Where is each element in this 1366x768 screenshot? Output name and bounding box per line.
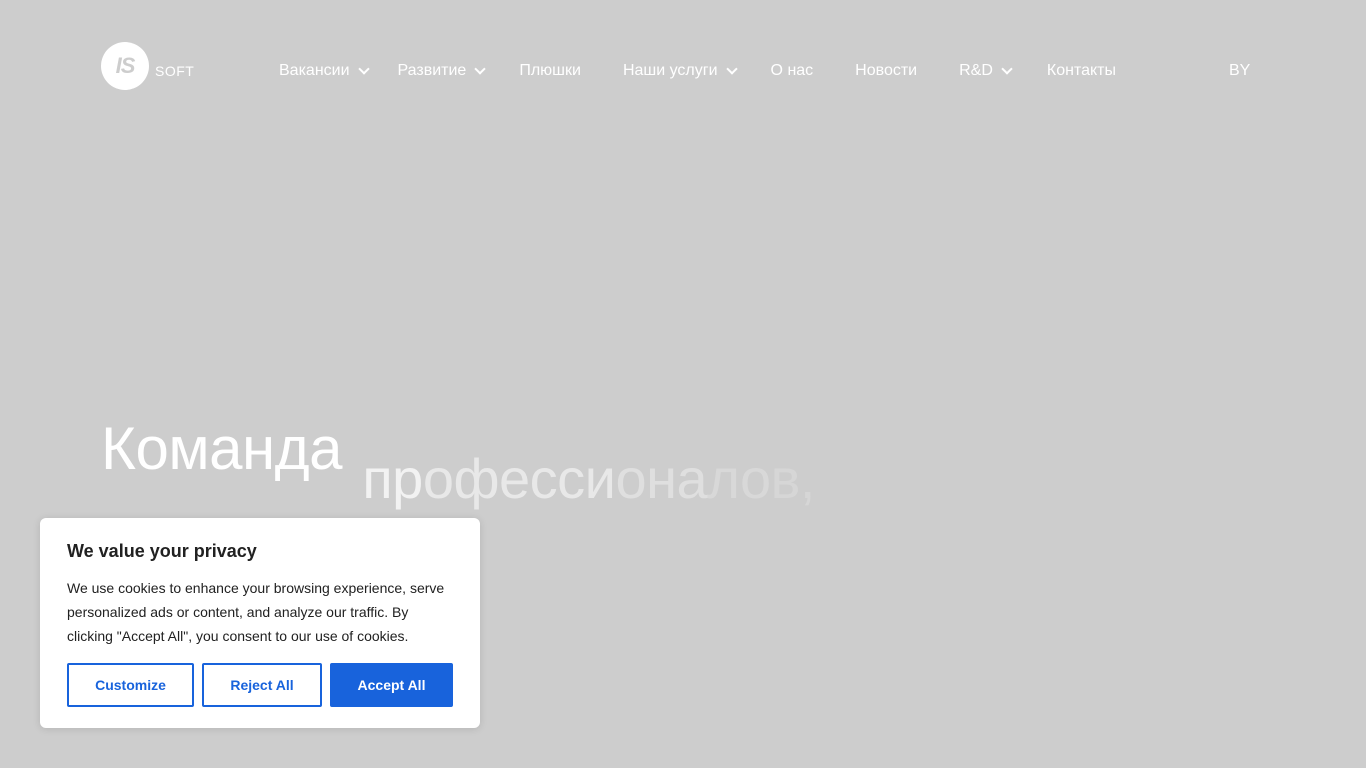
customize-button[interactable]: Customize [67,663,194,707]
chevron-down-icon [725,63,738,75]
cookie-consent-banner: We value your privacy We use cookies to … [40,518,480,728]
reject-all-button[interactable]: Reject All [202,663,322,707]
hero-word-2-part: ло [707,447,771,510]
nav-item-development[interactable]: Развитие [397,62,486,80]
hero-word-2: профессионалов, [362,414,815,511]
chevron-down-icon [1001,63,1013,75]
nav-item-about[interactable]: О нас [771,62,814,80]
accept-all-button[interactable]: Accept All [330,663,453,707]
cookie-title: We value your privacy [67,541,257,561]
main-nav: Вакансии Развитие Плюшки Наши услуги О н… [279,58,1116,84]
chevron-down-icon [474,63,486,75]
nav-item-label: Наши услуги [622,62,718,79]
language-switcher[interactable]: BY [1229,58,1250,84]
cookie-button-group: Customize Reject All Accept All [67,663,453,707]
logo-text: SOFT [155,63,195,79]
hero-word-2-part: в, [770,447,816,510]
nav-item-label: О нас [770,62,814,79]
page: IS SOFT Вакансии Развитие Плюшки Наши ус… [0,0,1366,768]
logo-mark-text: IS [115,53,136,78]
nav-item-contacts[interactable]: Контакты [1047,62,1116,80]
nav-item-label: Контакты [1046,62,1116,79]
logo-link[interactable]: IS SOFT [101,42,194,90]
nav-item-rnd[interactable]: R&D [959,62,1013,80]
nav-item-label: Вакансии [279,62,350,79]
nav-item-label: Развитие [397,62,467,79]
nav-item-vacancies[interactable]: Вакансии [279,62,370,80]
nav-item-services[interactable]: Наши услуги [622,62,738,80]
hero-word-2-part: она [615,447,708,510]
nav-item-label: R&D [959,62,993,79]
nav-item-label: Плюшки [519,62,581,79]
nav-item-news[interactable]: Новости [855,62,917,80]
cookie-description: We use cookies to enhance your browsing … [67,580,445,644]
hero-word-2-part: офесси [422,447,616,510]
nav-item-perks[interactable]: Плюшки [519,62,581,80]
chevron-down-icon [357,63,370,75]
nav-item-label: Новости [855,62,918,79]
logo-mark: IS [101,42,149,90]
hero-heading: Команда профессионалов, [101,414,815,511]
hero-word-1: Команда [101,415,342,482]
hero-word-2-part: пр [362,447,423,510]
